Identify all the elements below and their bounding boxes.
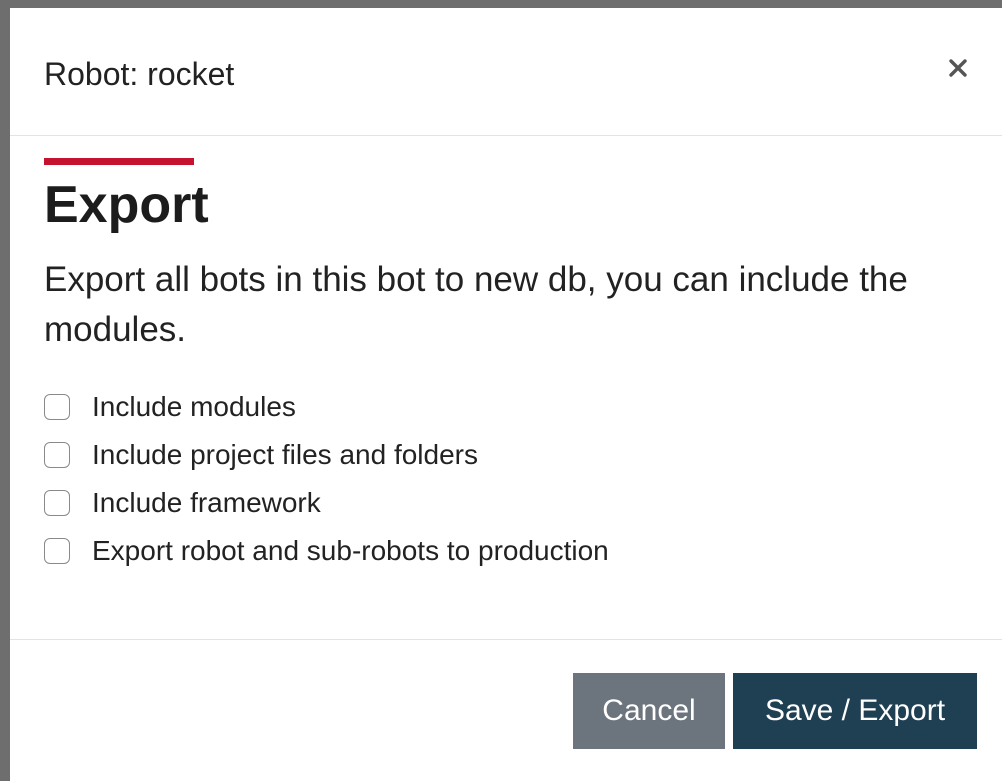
option-export-to-production[interactable]: Export robot and sub-robots to productio… [44,527,609,575]
include-project-files-checkbox[interactable] [44,442,70,468]
include-modules-checkbox[interactable] [44,394,70,420]
dialog-body: Export Export all bots in this bot to ne… [10,137,1002,639]
export-options-list: Include modules Include project files an… [44,383,609,575]
option-include-modules[interactable]: Include modules [44,383,609,431]
dialog-footer: Cancel Save / Export [10,639,1002,781]
option-include-project-files[interactable]: Include project files and folders [44,431,609,479]
export-dialog: Robot: rocket Export Export all bots in … [10,8,1002,781]
save-export-button[interactable]: Save / Export [733,673,977,749]
dialog-header: Robot: rocket [10,8,1002,136]
option-label: Include modules [92,391,296,422]
heading-accent-bar [44,158,194,165]
include-framework-checkbox[interactable] [44,490,70,516]
option-label: Include framework [92,487,321,518]
option-label: Export robot and sub-robots to productio… [92,535,609,566]
cancel-button[interactable]: Cancel [573,673,725,749]
close-icon [949,59,967,77]
export-to-production-checkbox[interactable] [44,538,70,564]
option-include-framework[interactable]: Include framework [44,479,609,527]
dialog-title: Robot: rocket [44,56,235,92]
backdrop: Robot: rocket Export Export all bots in … [0,0,1002,781]
export-description: Export all bots in this bot to new db, y… [44,260,908,349]
option-label: Include project files and folders [92,439,478,470]
close-button[interactable] [940,50,976,86]
section-heading: Export [44,176,209,234]
